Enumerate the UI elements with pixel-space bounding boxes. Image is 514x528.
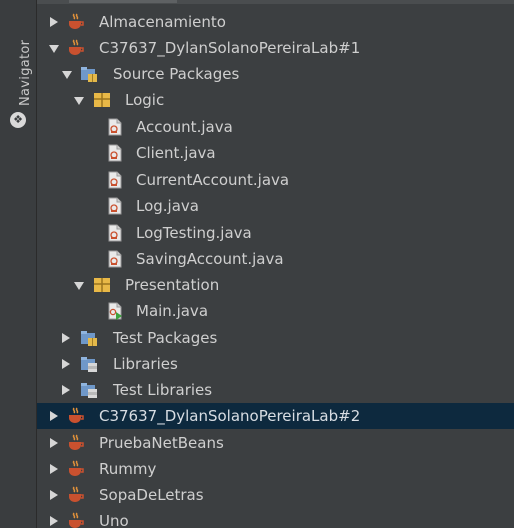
- expand-arrow-icon[interactable]: [50, 490, 58, 500]
- collapse-arrow-icon[interactable]: [74, 282, 84, 290]
- expand-arrow-icon[interactable]: [50, 411, 58, 421]
- collapse-arrow-icon[interactable]: [62, 71, 72, 79]
- package-icon: [94, 93, 110, 107]
- tree-node-label: Source Packages: [113, 65, 240, 83]
- tree-node-file[interactable]: SavingAccount.java: [37, 246, 514, 272]
- tree-node-project[interactable]: C37637_DylanSolanoPereiraLab#1: [37, 35, 514, 61]
- java-file-icon: [108, 250, 122, 268]
- expand-arrow-icon[interactable]: [50, 17, 58, 27]
- projects-window: Navigator ❖ Almacenamiento C37637_DylanS…: [0, 0, 514, 528]
- navigator-tab-label: Navigator: [18, 39, 33, 106]
- tree-node-label: Logic: [125, 91, 165, 109]
- tree-node-label: Uno: [99, 512, 129, 528]
- tree-node-label: Almacenamiento: [99, 13, 226, 31]
- java-main-file-icon: [108, 302, 122, 320]
- tree-node-file[interactable]: Client.java: [37, 140, 514, 166]
- expand-arrow-icon[interactable]: [50, 438, 58, 448]
- tree-node-label: PruebaNetBeans: [99, 434, 224, 452]
- coffee-cup-icon: [69, 512, 84, 528]
- tree-node-label: SavingAccount.java: [136, 250, 284, 268]
- expand-arrow-icon[interactable]: [62, 333, 70, 343]
- tree-node-label: Rummy: [99, 460, 157, 478]
- tree-node-project[interactable]: Uno: [37, 508, 514, 528]
- tree-node-source-packages[interactable]: Source Packages: [37, 61, 514, 87]
- tree-node-label: Libraries: [113, 355, 178, 373]
- project-tree[interactable]: Almacenamiento C37637_DylanSolanoPereira…: [37, 0, 514, 528]
- collapse-arrow-icon[interactable]: [49, 45, 59, 53]
- coffee-cup-icon: [69, 460, 84, 476]
- coffee-cup-icon: [69, 407, 84, 423]
- source-packages-icon: [81, 67, 97, 82]
- tree-node-file[interactable]: Log.java: [37, 193, 514, 219]
- coffee-cup-icon: [69, 39, 84, 55]
- tree-node-package[interactable]: Logic: [37, 87, 514, 113]
- tree-node-file[interactable]: Account.java: [37, 114, 514, 140]
- java-file-icon: [108, 197, 122, 215]
- test-packages-icon: [81, 331, 97, 346]
- tree-node-project[interactable]: Rummy: [37, 456, 514, 482]
- java-file-icon: [108, 144, 122, 162]
- expand-arrow-icon[interactable]: [62, 385, 70, 395]
- left-toolbar-strip: Navigator ❖: [0, 0, 37, 528]
- tree-node-file[interactable]: Main.java: [37, 298, 514, 324]
- expand-arrow-icon[interactable]: [62, 359, 70, 369]
- tree-node-label: Test Packages: [113, 329, 218, 347]
- tree-node-project[interactable]: SopaDeLetras: [37, 482, 514, 508]
- tree-node-libraries[interactable]: Libraries: [37, 351, 514, 377]
- java-file-icon: [108, 171, 122, 189]
- tree-node-label: Log.java: [136, 197, 199, 215]
- expand-arrow-icon[interactable]: [50, 516, 58, 526]
- tree-node-label: Presentation: [125, 276, 220, 294]
- tree-node-label: LogTesting.java: [136, 224, 252, 242]
- tree-node-file[interactable]: LogTesting.java: [37, 220, 514, 246]
- tree-node-label: C37637_DylanSolanoPereiraLab#2: [99, 407, 361, 425]
- java-file-icon: [108, 118, 122, 136]
- tree-node-label: Account.java: [136, 118, 233, 136]
- tree-node-label: C37637_DylanSolanoPereiraLab#1: [99, 39, 361, 57]
- package-icon: [94, 278, 110, 292]
- tree-node-label: Main.java: [136, 302, 209, 320]
- navigator-tab[interactable]: Navigator ❖: [6, 14, 33, 128]
- libraries-icon: [81, 357, 97, 372]
- coffee-cup-icon: [69, 434, 84, 450]
- navigator-icon: ❖: [10, 112, 26, 128]
- tree-node-package[interactable]: Presentation: [37, 272, 514, 298]
- coffee-cup-icon: [69, 13, 84, 29]
- tree-node-project[interactable]: C37637_DylanSolanoPereiraLab#2: [37, 403, 514, 429]
- tree-node-label: SopaDeLetras: [99, 486, 204, 504]
- expand-arrow-icon[interactable]: [50, 464, 58, 474]
- tree-node-label: Client.java: [136, 144, 216, 162]
- test-libraries-icon: [81, 383, 97, 398]
- tree-node-project[interactable]: Almacenamiento: [37, 9, 514, 35]
- tree-node-project[interactable]: PruebaNetBeans: [37, 430, 514, 456]
- tree-node-label: Test Libraries: [113, 381, 213, 399]
- coffee-cup-icon: [69, 486, 84, 502]
- tree-node-label: CurrentAccount.java: [136, 171, 290, 189]
- tree-node-test-packages[interactable]: Test Packages: [37, 325, 514, 351]
- tree-node-test-libraries[interactable]: Test Libraries: [37, 377, 514, 403]
- java-file-icon: [108, 224, 122, 242]
- tree-node-file[interactable]: CurrentAccount.java: [37, 167, 514, 193]
- collapse-arrow-icon[interactable]: [74, 97, 84, 105]
